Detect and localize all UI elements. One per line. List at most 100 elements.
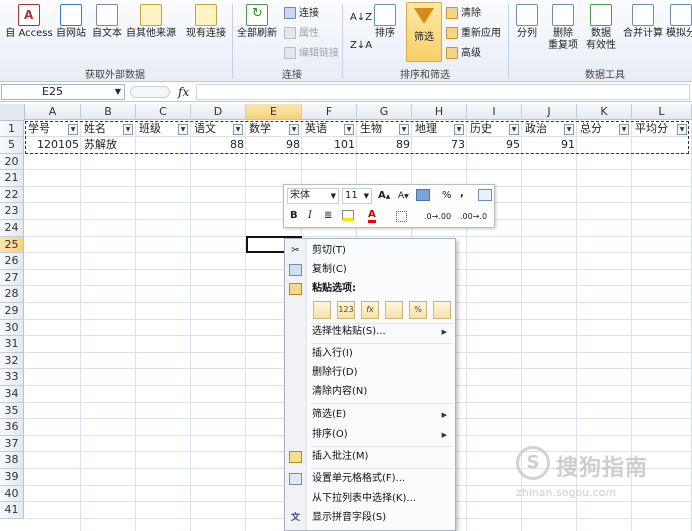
cell-biology[interactable]: 89 (358, 137, 412, 153)
menu-item-filter[interactable]: 筛选(E) (312, 408, 346, 422)
filter-dropdown-button[interactable]: ▼ (454, 124, 464, 135)
fill-color-button[interactable] (342, 210, 354, 221)
row-header[interactable]: 32 (0, 352, 24, 370)
column-header[interactable]: K (577, 104, 632, 120)
row-header[interactable]: 34 (0, 386, 24, 403)
menu-item-insert-comment[interactable]: 插入批注(M) (312, 450, 368, 464)
column-header[interactable]: I (467, 104, 522, 120)
filter-active-button[interactable]: ▼ (233, 124, 243, 135)
column-header[interactable]: E (246, 104, 302, 120)
row-header[interactable]: 40 (0, 485, 24, 503)
borders-button[interactable] (396, 211, 407, 222)
clear-filter-button[interactable]: 清除 (446, 7, 481, 20)
paste-values-icon[interactable]: 123 (337, 301, 355, 319)
filter-dropdown-button[interactable]: ▼ (399, 124, 409, 135)
filter-dropdown-button[interactable]: ▼ (677, 124, 687, 135)
column-header[interactable]: A (25, 104, 81, 120)
cell-politics[interactable]: 91 (523, 137, 577, 153)
paste-formatting-icon[interactable]: % (409, 301, 427, 319)
insert-function-icon[interactable]: fx (178, 85, 189, 99)
column-header[interactable]: H (412, 104, 467, 120)
menu-item-sort[interactable]: 排序(O) (312, 428, 348, 442)
row-header[interactable]: 26 (0, 253, 24, 270)
paste-link-icon[interactable] (433, 301, 451, 319)
filter-dropdown-button[interactable]: ▼ (178, 124, 188, 135)
formula-bar-grip[interactable] (130, 86, 170, 98)
row-header[interactable]: 29 (0, 303, 24, 320)
menu-item-delete-row[interactable]: 删除行(D) (312, 366, 358, 380)
column-header[interactable]: G (357, 104, 412, 120)
connections-button[interactable]: 连接 (284, 7, 319, 20)
sort-button[interactable]: 排序 (370, 4, 400, 40)
remove-duplicates-button[interactable]: 删除 重复项 (544, 4, 582, 52)
from-text-button[interactable]: 自文本 (90, 4, 124, 40)
text-to-columns-button[interactable]: 分列 (512, 4, 542, 40)
column-header[interactable]: D (191, 104, 246, 120)
what-if-button[interactable]: 模拟分 (666, 4, 692, 40)
row-header[interactable]: 22 (0, 186, 24, 204)
row-header[interactable]: 37 (0, 435, 24, 453)
select-all-corner[interactable] (0, 104, 25, 121)
column-header[interactable]: F (302, 104, 357, 120)
cell-name[interactable]: 苏解放 (82, 137, 136, 153)
sort-ascending-button[interactable]: A↓Z (350, 12, 372, 24)
column-header[interactable]: L (632, 104, 692, 120)
row-header[interactable]: 33 (0, 369, 24, 386)
row-header[interactable]: 30 (0, 319, 24, 337)
font-name-select[interactable]: 宋体 ▼ (287, 188, 339, 204)
format-painter-icon[interactable] (478, 189, 492, 201)
bold-button[interactable]: B (290, 209, 298, 223)
center-align-button[interactable]: ≣ (324, 209, 332, 223)
from-other-sources-button[interactable]: 自其他来源 (124, 4, 178, 40)
cell-english[interactable]: 101 (303, 137, 357, 153)
row-header[interactable]: 1 (0, 121, 24, 137)
sort-descending-button[interactable]: Z↓A (350, 40, 372, 52)
cell-id[interactable]: 120105 (26, 137, 81, 153)
menu-item-format-cells[interactable]: 设置单元格格式(F)... (312, 472, 405, 486)
chevron-down-icon[interactable]: ▼ (115, 85, 121, 99)
cell-geography[interactable]: 73 (413, 137, 467, 153)
data-validation-button[interactable]: 数据 有效性 (582, 4, 620, 52)
row-header[interactable]: 20 (0, 153, 24, 171)
reapply-button[interactable]: 重新应用 (446, 27, 501, 40)
row-header[interactable]: 36 (0, 419, 24, 436)
from-web-button[interactable]: 自网站 (54, 4, 88, 40)
filter-dropdown-button[interactable]: ▼ (344, 124, 354, 135)
row-header[interactable]: 27 (0, 269, 24, 287)
menu-item-insert-row[interactable]: 插入行(I) (312, 347, 353, 361)
row-header[interactable]: 35 (0, 402, 24, 420)
formula-input[interactable] (196, 84, 690, 100)
row-header[interactable]: 21 (0, 170, 24, 187)
edit-links-button[interactable]: 编辑链接 (284, 47, 339, 60)
menu-item-show-phonetic[interactable]: 显示拼音字段(S) (312, 511, 386, 525)
menu-item-pick-from-list[interactable]: 从下拉列表中选择(K)... (312, 492, 416, 506)
advanced-filter-button[interactable]: 高级 (446, 47, 481, 60)
decrease-decimal-button[interactable]: .00→.0 (460, 210, 487, 224)
menu-item-paste-special[interactable]: 选择性粘贴(S)... (312, 325, 386, 339)
cell-chinese[interactable]: 88 (192, 137, 246, 153)
accounting-format-icon[interactable] (416, 189, 430, 201)
filter-button[interactable]: 筛选 (406, 2, 442, 62)
font-color-button[interactable]: A (368, 209, 376, 223)
comma-style-button[interactable]: , (460, 187, 464, 201)
filter-dropdown-button[interactable]: ▼ (619, 124, 629, 135)
row-header[interactable]: 24 (0, 220, 24, 237)
grow-font-button[interactable]: A▲ (378, 189, 390, 204)
cell-history[interactable]: 95 (468, 137, 522, 153)
consolidate-button[interactable]: 合并计算 (620, 4, 666, 40)
column-header[interactable]: C (136, 104, 191, 120)
row-header[interactable]: 23 (0, 203, 24, 220)
row-header[interactable]: 25 (0, 236, 24, 254)
row-header[interactable]: 39 (0, 469, 24, 486)
refresh-all-button[interactable]: ↻ 全部刷新 (234, 4, 280, 40)
paste-formulas-icon[interactable]: fx (361, 301, 379, 319)
row-header[interactable]: 41 (0, 502, 24, 519)
menu-item-cut[interactable]: 剪切(T) (312, 244, 346, 258)
name-box[interactable]: E25 ▼ (1, 84, 125, 100)
column-header[interactable]: B (81, 104, 136, 120)
menu-item-copy[interactable]: 复制(C) (312, 263, 347, 277)
filter-dropdown-button[interactable]: ▼ (289, 124, 299, 135)
paste-default-icon[interactable] (313, 301, 331, 319)
paste-transpose-icon[interactable] (385, 301, 403, 319)
font-size-select[interactable]: 11 ▼ (342, 188, 372, 204)
